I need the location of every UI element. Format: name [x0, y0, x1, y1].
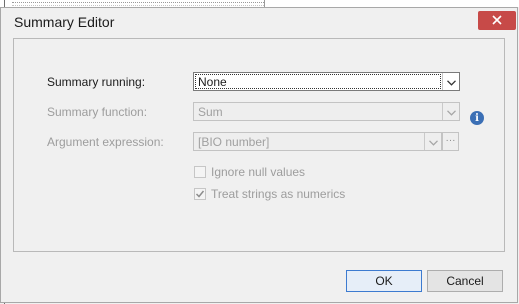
close-button[interactable] — [478, 11, 516, 30]
ignore-null-label: Ignore null values — [211, 165, 306, 179]
argument-expression-dropdown[interactable]: [BIO number] — [193, 132, 442, 151]
argument-expression-value: [BIO number] — [198, 135, 270, 149]
focus-rectangle — [195, 74, 441, 89]
host-dotted-guide — [12, 2, 264, 3]
expression-builder-button[interactable]: ··· — [442, 132, 459, 151]
summary-editor-dialog: Summary Editor Summary running: None Sum… — [0, 7, 518, 303]
host-dotted-guide-lower — [12, 5, 264, 6]
close-icon — [492, 14, 502, 28]
cancel-button[interactable]: Cancel — [427, 270, 503, 292]
dialog-title: Summary Editor — [14, 14, 115, 30]
chevron-down-icon — [428, 135, 438, 149]
info-icon-glyph: i — [475, 112, 479, 124]
title-bar[interactable]: Summary Editor — [1, 8, 517, 36]
info-icon[interactable]: i — [470, 111, 484, 125]
summary-function-dropdown-arrow[interactable] — [442, 103, 459, 120]
chevron-down-icon — [446, 105, 456, 119]
summary-running-label: Summary running: — [47, 75, 146, 89]
summary-function-value: Sum — [198, 105, 223, 119]
argument-expression-label: Argument expression: — [47, 135, 164, 149]
summary-running-dropdown-arrow[interactable] — [442, 73, 459, 90]
treat-strings-checkbox[interactable] — [194, 188, 206, 200]
summary-running-value: None — [198, 75, 227, 89]
treat-strings-label: Treat strings as numerics — [211, 187, 346, 201]
ignore-null-checkbox[interactable] — [194, 166, 206, 178]
chevron-down-icon — [446, 75, 456, 89]
summary-function-label: Summary function: — [47, 105, 148, 119]
summary-function-dropdown[interactable]: Sum — [193, 102, 460, 121]
summary-running-dropdown[interactable]: None — [193, 72, 460, 91]
ok-button[interactable]: OK — [346, 270, 422, 292]
argument-expression-dropdown-arrow[interactable] — [424, 133, 441, 150]
host-divider — [264, 0, 265, 7]
